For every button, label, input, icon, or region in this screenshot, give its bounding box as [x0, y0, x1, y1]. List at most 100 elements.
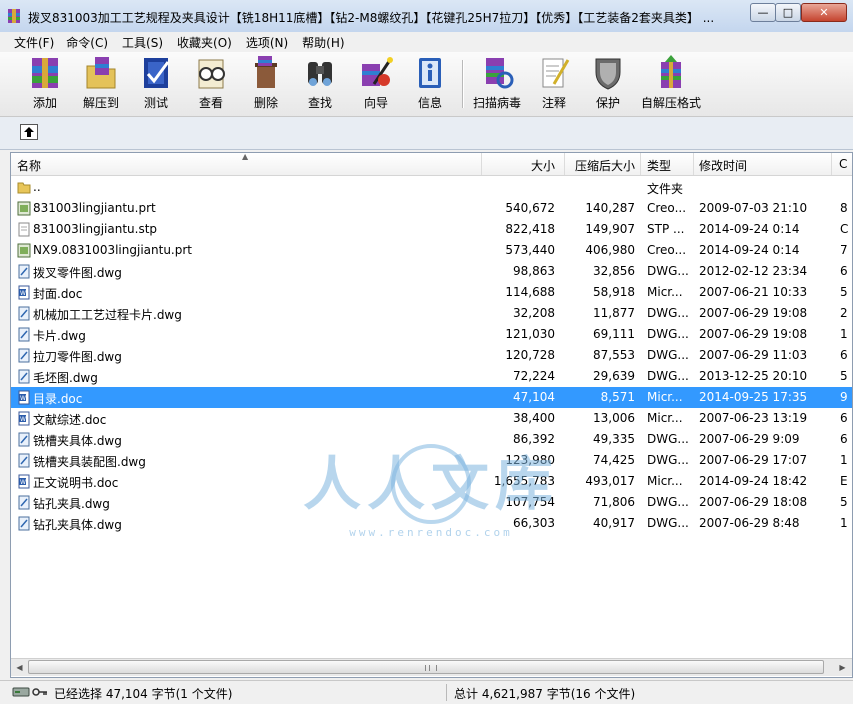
file-size: 66,303	[513, 516, 555, 530]
file-crc: 2	[840, 306, 848, 320]
doc-file-icon: W	[18, 390, 30, 405]
title-bar: 拨叉831003加工工艺规程及夹具设计【铣18H11底槽】【钻2-M8螺纹孔】【…	[0, 0, 853, 33]
file-type: DWG...	[647, 369, 689, 383]
address-bar	[0, 117, 853, 150]
column-type[interactable]: 类型	[647, 157, 671, 174]
comment-label: 注释	[541, 96, 566, 110]
menu-file[interactable]: 文件(F)	[0, 32, 60, 52]
scroll-left-icon[interactable]: ◀	[11, 660, 28, 675]
file-list[interactable]: 名称 ▲ 大小 压缩后大小 类型 修改时间 C .. 文件夹 831003lingj…	[10, 152, 853, 678]
file-packed-size: 69,111	[593, 327, 635, 341]
maximize-button[interactable]: □	[775, 3, 801, 22]
horizontal-scrollbar[interactable]: ◀ ▶	[11, 658, 852, 676]
file-modified: 2014-09-24 0:14	[699, 243, 800, 257]
file-packed-size: 58,918	[593, 285, 635, 299]
column-crc[interactable]: C	[839, 157, 847, 171]
file-row[interactable]: 钻孔夹具.dwg 107,754 71,806 DWG... 2007-06-29 18…	[11, 492, 852, 513]
file-row[interactable]: 铣槽夹具装配图.dwg 123,980 74,425 DWG... 2007-06-29…	[11, 450, 852, 471]
folder-icon	[17, 182, 31, 194]
svg-text:W: W	[20, 416, 26, 423]
file-type: Creo...	[647, 201, 687, 215]
file-crc: 5	[840, 495, 848, 509]
file-type: Creo...	[647, 243, 687, 257]
scrollbar-thumb[interactable]	[28, 660, 824, 674]
file-crc: 6	[840, 411, 848, 425]
test-button[interactable]: 测试	[136, 54, 176, 114]
protect-button[interactable]: 保护	[588, 54, 628, 114]
file-crc: 5	[840, 369, 848, 383]
file-packed-size: 493,017	[585, 474, 635, 488]
wizard-button[interactable]: 向导	[354, 54, 398, 114]
file-name: 封面.doc	[33, 287, 83, 301]
scroll-right-icon[interactable]: ▶	[834, 660, 851, 675]
info-button[interactable]: 信息	[410, 54, 450, 114]
file-modified: 2007-06-29 19:08	[699, 327, 808, 341]
status-total: 总计 4,621,987 字节(16 个文件)	[454, 687, 636, 701]
menu-bar: 文件(F) 命令(C) 工具(S) 收藏夹(O) 选项(N) 帮助(H)	[0, 32, 853, 52]
file-type: Micr...	[647, 390, 683, 404]
list-header: 名称 ▲ 大小 压缩后大小 类型 修改时间 C	[11, 153, 852, 176]
file-size: 822,418	[505, 222, 555, 236]
file-row[interactable]: 毛坯图.dwg 72,224 29,639 DWG... 2013-12-25 20:1…	[11, 366, 852, 387]
sfx-button[interactable]: 自解压格式	[638, 54, 704, 114]
view-button[interactable]: 查看	[190, 54, 232, 114]
file-size: 121,030	[505, 327, 555, 341]
file-type: DWG...	[647, 306, 689, 320]
file-row[interactable]: W 正文说明书.doc 1,655,783 493,017 Micr... 2014-09…	[11, 471, 852, 492]
file-row[interactable]: 拉刀零件图.dwg 120,728 87,553 DWG... 2007-06-29 1…	[11, 345, 852, 366]
file-packed-size: 13,006	[593, 411, 635, 425]
file-type: Micr...	[647, 474, 683, 488]
file-packed-size: 8,571	[600, 390, 635, 404]
file-row[interactable]: W 封面.doc 114,688 58,918 Micr... 2007-06-21 10…	[11, 282, 852, 303]
virus-scan-button[interactable]: 扫描病毒	[470, 54, 524, 114]
file-row[interactable]: 钻孔夹具体.dwg 66,303 40,917 DWG... 2007-06-29 8:…	[11, 513, 852, 534]
menu-tools[interactable]: 工具(S)	[114, 32, 169, 52]
menu-commands[interactable]: 命令(C)	[60, 32, 114, 52]
file-row[interactable]: 拨叉零件图.dwg 98,863 32,856 DWG... 2012-02-12 23…	[11, 261, 852, 282]
drive-icon	[12, 687, 30, 697]
delete-button[interactable]: 删除	[246, 54, 286, 114]
menu-help[interactable]: 帮助(H)	[294, 32, 350, 52]
shield-icon	[595, 58, 621, 90]
comment-button[interactable]: 注释	[534, 54, 574, 114]
extract-to-label: 解压到	[82, 96, 119, 110]
file-modified: 2007-06-29 17:07	[699, 453, 808, 467]
menu-favorites[interactable]: 收藏夹(O)	[169, 32, 238, 52]
file-row[interactable]: 铣槽夹具体.dwg 86,392 49,335 DWG... 2007-06-29 9:…	[11, 429, 852, 450]
column-name[interactable]: 名称	[17, 157, 41, 174]
window-title: 拨叉831003加工工艺规程及夹具设计【铣18H11底槽】【钻2-M8螺纹孔】【…	[28, 11, 715, 25]
menu-options[interactable]: 选项(N)	[238, 32, 294, 52]
file-modified: 2007-06-29 18:08	[699, 495, 808, 509]
find-button[interactable]: 查找	[300, 54, 340, 114]
up-folder-button[interactable]	[20, 124, 38, 140]
protect-label: 保护	[595, 96, 620, 110]
column-size[interactable]: 大小	[531, 157, 555, 174]
file-row[interactable]: 机械加工工艺过程卡片.dwg 32,208 11,877 DWG... 2007-06-…	[11, 303, 852, 324]
file-row[interactable]: 卡片.dwg 121,030 69,111 DWG... 2007-06-29 19:0…	[11, 324, 852, 345]
file-packed-size: 71,806	[593, 495, 635, 509]
file-name: 文献综述.doc	[33, 413, 107, 427]
up-arrow-icon	[24, 127, 34, 137]
close-button[interactable]: ✕	[801, 3, 847, 22]
file-row[interactable]: 831003lingjiantu.prt 540,672 140,287 Creo..…	[11, 198, 852, 219]
file-row[interactable]: 831003lingjiantu.stp 822,418 149,907 STP ..…	[11, 219, 852, 240]
extract-to-button[interactable]: 解压到	[78, 54, 124, 114]
svg-text:W: W	[20, 395, 26, 402]
test-check-icon	[144, 58, 170, 88]
add-button[interactable]: 添加	[23, 54, 67, 114]
column-modified[interactable]: 修改时间	[699, 157, 747, 174]
file-crc: 1	[840, 327, 848, 341]
file-type: Micr...	[647, 285, 683, 299]
file-row[interactable]: .. 文件夹	[11, 177, 852, 198]
file-row[interactable]: W 目录.doc 47,104 8,571 Micr... 2014-09-25 17:3…	[11, 387, 852, 408]
file-size: 123,980	[505, 453, 555, 467]
doc-file-icon: W	[18, 411, 30, 426]
column-packed[interactable]: 压缩后大小	[575, 157, 635, 174]
file-row[interactable]: NX9.0831003lingjiantu.prt 573,440 406,980 C…	[11, 240, 852, 261]
file-crc: 1	[840, 516, 848, 530]
minimize-button[interactable]: —	[750, 3, 776, 22]
file-crc: 9	[840, 390, 848, 404]
find-label: 查找	[307, 96, 332, 110]
file-packed-size: 74,425	[593, 453, 635, 467]
file-row[interactable]: W 文献综述.doc 38,400 13,006 Micr... 2007-06-23 1…	[11, 408, 852, 429]
